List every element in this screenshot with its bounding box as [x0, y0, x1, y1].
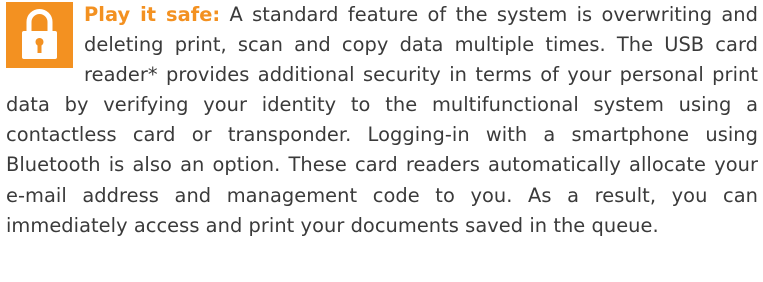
- feature-paragraph: Play it safe: A standard feature of the …: [6, 0, 758, 241]
- body-text: A standard feature of the system is over…: [6, 3, 758, 237]
- lead-heading: Play it safe:: [84, 3, 221, 26]
- lock-icon: [6, 2, 73, 68]
